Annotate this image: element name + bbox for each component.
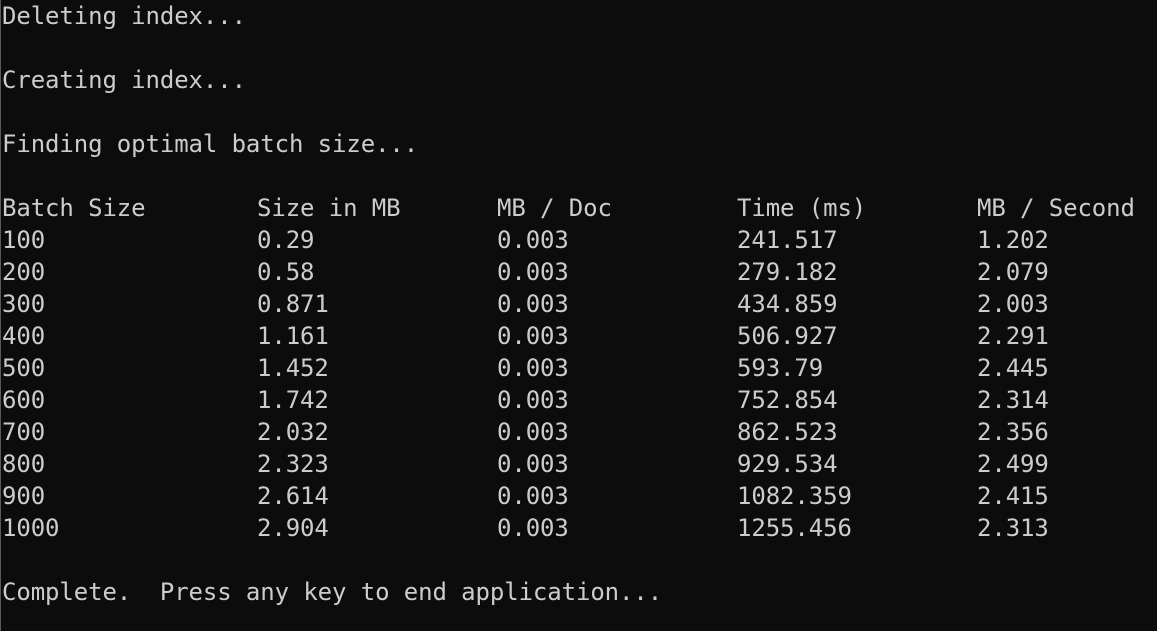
time-ms-cell: 1082.359	[737, 482, 852, 510]
time-ms-cell: 593.79	[737, 354, 824, 382]
mb-per-second-cell: 2.079	[977, 258, 1049, 286]
mb-per-second-cell: 2.445	[977, 354, 1049, 382]
table-row: 700 2.032 0.003 862.523 2.356	[0, 416, 1157, 448]
time-ms-cell: 929.534	[737, 450, 838, 478]
table-row: 1000 2.904 0.003 1255.456 2.313	[0, 512, 1157, 544]
batch-size-cell: 900	[2, 482, 46, 510]
mb-per-second-cell: 2.415	[977, 482, 1049, 510]
size-in-mb-cell: 1.161	[257, 322, 329, 350]
size-in-mb-cell: 0.58	[257, 258, 315, 286]
mb-per-doc-cell: 0.003	[497, 258, 569, 286]
size-in-mb-cell: 0.871	[257, 290, 329, 318]
mb-per-second-cell: 2.499	[977, 450, 1049, 478]
mb-per-doc-cell: 0.003	[497, 322, 569, 350]
batch-size-cell: 800	[2, 450, 46, 478]
time-ms-cell: 1255.456	[737, 514, 852, 542]
table-row: 100 0.29 0.003 241.517 1.202	[0, 224, 1157, 256]
table-row: 200 0.58 0.003 279.182 2.079	[0, 256, 1157, 288]
mb-per-doc-cell: 0.003	[497, 482, 569, 510]
finding-batch-size-message: Finding optimal batch size...	[2, 130, 419, 158]
console-window[interactable]: Deleting index... Creating index... Find…	[0, 0, 1157, 631]
mb-per-doc-cell: 0.003	[497, 514, 569, 542]
mb-per-second-cell: 2.314	[977, 386, 1049, 414]
mb-per-doc-cell: 0.003	[497, 450, 569, 478]
table-row: 600 1.742 0.003 752.854 2.314	[0, 384, 1157, 416]
batch-size-cell: 700	[2, 418, 46, 446]
mb-per-doc-cell: 0.003	[497, 354, 569, 382]
time-ms-cell: 862.523	[737, 418, 838, 446]
size-in-mb-cell: 1.452	[257, 354, 329, 382]
time-ms-cell: 752.854	[737, 386, 838, 414]
size-in-mb-cell: 1.742	[257, 386, 329, 414]
size-in-mb-cell: 2.614	[257, 482, 329, 510]
complete-prompt-message: Complete. Press any key to end applicati…	[2, 578, 663, 606]
creating-index-message: Creating index...	[2, 66, 246, 94]
header-time-ms: Time (ms)	[737, 194, 867, 222]
time-ms-cell: 279.182	[737, 258, 838, 286]
table-row: 800 2.323 0.003 929.534 2.499	[0, 448, 1157, 480]
header-batch-size: Batch Size	[2, 194, 146, 222]
table-header-row: Batch Size Size in MB MB / Doc Time (ms)…	[0, 192, 1157, 224]
size-in-mb-cell: 0.29	[257, 226, 315, 254]
mb-per-second-cell: 2.291	[977, 322, 1049, 350]
batch-size-cell: 200	[2, 258, 46, 286]
time-ms-cell: 241.517	[737, 226, 838, 254]
table-row: 500 1.452 0.003 593.79 2.445	[0, 352, 1157, 384]
time-ms-cell: 506.927	[737, 322, 838, 350]
size-in-mb-cell: 2.904	[257, 514, 329, 542]
time-ms-cell: 434.859	[737, 290, 838, 318]
mb-per-second-cell: 1.202	[977, 226, 1049, 254]
size-in-mb-cell: 2.032	[257, 418, 329, 446]
mb-per-doc-cell: 0.003	[497, 226, 569, 254]
mb-per-second-cell: 2.356	[977, 418, 1049, 446]
mb-per-doc-cell: 0.003	[497, 386, 569, 414]
batch-size-cell: 500	[2, 354, 46, 382]
header-mb-per-doc: MB / Doc	[497, 194, 612, 222]
mb-per-second-cell: 2.003	[977, 290, 1049, 318]
mb-per-doc-cell: 0.003	[497, 290, 569, 318]
mb-per-second-cell: 2.313	[977, 514, 1049, 542]
table-row: 400 1.161 0.003 506.927 2.291	[0, 320, 1157, 352]
batch-size-cell: 400	[2, 322, 46, 350]
batch-size-cell: 100	[2, 226, 46, 254]
header-size-in-mb: Size in MB	[257, 194, 401, 222]
table-row: 300 0.871 0.003 434.859 2.003	[0, 288, 1157, 320]
header-mb-per-second: MB / Second	[977, 194, 1135, 222]
batch-size-cell: 600	[2, 386, 46, 414]
batch-size-cell: 1000	[2, 514, 60, 542]
size-in-mb-cell: 2.323	[257, 450, 329, 478]
table-row: 900 2.614 0.003 1082.359 2.415	[0, 480, 1157, 512]
deleting-index-message: Deleting index...	[2, 2, 246, 30]
mb-per-doc-cell: 0.003	[497, 418, 569, 446]
batch-size-cell: 300	[2, 290, 46, 318]
